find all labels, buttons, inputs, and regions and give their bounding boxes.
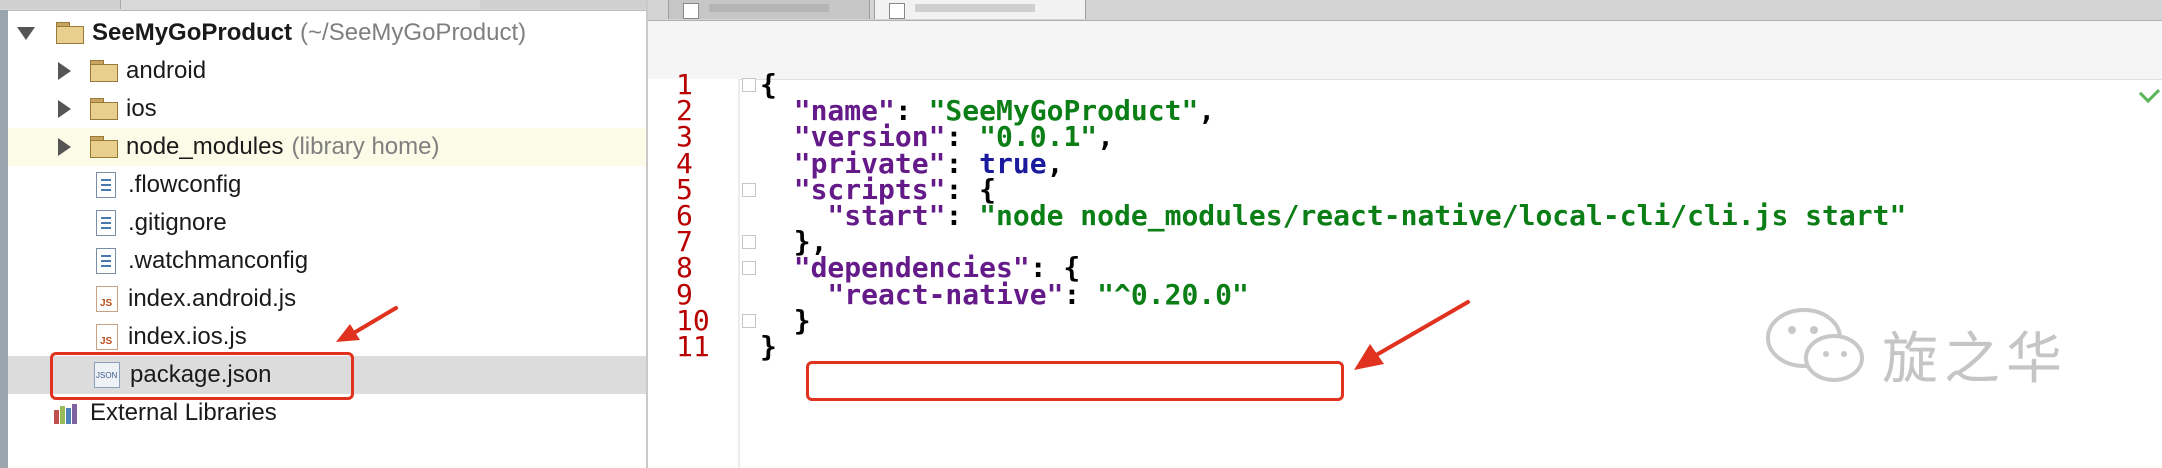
folder-icon [56,22,84,44]
chevron-right-icon[interactable] [52,100,76,118]
editor-breadcrumb-bar [648,21,2162,80]
folder-icon [90,98,118,120]
ide-window: SeeMyGoProduct (~/SeeMyGoProduct) androi… [0,0,2162,468]
project-name: SeeMyGoProduct [92,19,293,46]
js-file-icon: JS [96,286,118,312]
tree-root-project[interactable]: SeeMyGoProduct (~/SeeMyGoProduct) [8,14,646,52]
chevron-right-icon[interactable] [52,138,76,156]
tree-item-label: android [126,57,207,84]
text-file-icon [96,172,116,198]
js-file-icon: JS [96,324,118,350]
tree-item-android[interactable]: android [8,52,646,90]
tree-item-ios[interactable]: ios [8,90,646,128]
tool-window-tab[interactable] [0,0,121,9]
tool-window-tab[interactable] [480,0,646,9]
folder-icon [90,60,118,82]
fold-marker-icon[interactable] [742,78,756,92]
tree-item-label: External Libraries [90,399,277,426]
tree-item-label: index.ios.js [128,323,247,350]
tool-window-tabstrip [0,0,646,11]
tree-item-gitignore[interactable]: .gitignore [8,204,646,242]
code-line: "start": "node node_modules/react-native… [760,199,1906,232]
folder-icon [90,136,118,158]
tree-item-label: ios [126,95,157,122]
chevron-down-icon[interactable] [14,26,38,40]
watermark-text: 旋之华 [1882,327,2068,392]
annotation-arrow-icon [1354,300,1470,370]
project-path: (~/SeeMyGoProduct) [300,19,527,46]
editor-tab[interactable] [668,0,870,19]
code-token: , [1046,146,1064,180]
code-token: "^0.20.0" [1097,277,1249,311]
code-line: "react-native": "^0.20.0" [760,277,1249,311]
fold-marker-icon[interactable] [742,313,756,328]
text-file-icon [96,248,116,274]
code-token: } [760,330,777,363]
file-icon [889,3,905,19]
tree-item-label: .gitignore [128,209,227,236]
tree-item-node-modules[interactable]: node_modules (library home) [8,128,646,166]
tree-item-index-ios[interactable]: JS index.ios.js [8,318,646,356]
code-token: : [1063,277,1098,311]
tree-item-label: node_modules [126,133,284,160]
tree-item-label: .flowconfig [128,171,242,198]
library-icon [54,402,82,424]
tree-item-label: .watchmanconfig [128,247,309,274]
code-token: : [945,199,980,232]
line-number: 11 [676,330,710,363]
tree-item-watchmanconfig[interactable]: .watchmanconfig [8,242,646,280]
fold-marker-icon[interactable] [742,182,756,197]
annotation-highlight-box [50,352,354,400]
tree-item-index-android[interactable]: JS index.android.js [8,280,646,318]
tool-window-sidebar [0,10,8,468]
file-icon [683,3,699,19]
code-token: , [1198,94,1216,128]
annotation-highlight-box [806,361,1344,401]
fold-marker-icon[interactable] [742,235,756,250]
annotation-arrow-icon [336,306,398,342]
editor-tabbar [648,0,2162,21]
editor-panel: 1 2 3 4 5 6 7 8 9 10 11{ "name": "SeeMyGoProduct",… [648,0,2162,468]
chevron-right-icon[interactable] [52,62,76,80]
tree-item-label: index.android.js [128,285,297,312]
watermark: 旋之华 [1760,300,2140,392]
library-home-note: (library home) [291,133,440,160]
code-token: "node node_modules/react-native/local-cl… [979,199,1907,232]
fold-marker-icon[interactable] [742,261,756,276]
code-token: , [1097,120,1115,154]
wechat-logo-icon [1766,308,1864,382]
code-line: } [760,330,777,363]
code-area[interactable]: 1 2 3 4 5 6 7 8 9 10 11{ "name": "SeeMyGoProduct",… [648,68,2162,468]
text-file-icon [96,210,116,236]
editor-tab-active[interactable] [874,0,1086,19]
project-tree-panel: SeeMyGoProduct (~/SeeMyGoProduct) androi… [0,0,646,468]
tree-item-flowconfig[interactable]: .flowconfig [8,166,646,204]
